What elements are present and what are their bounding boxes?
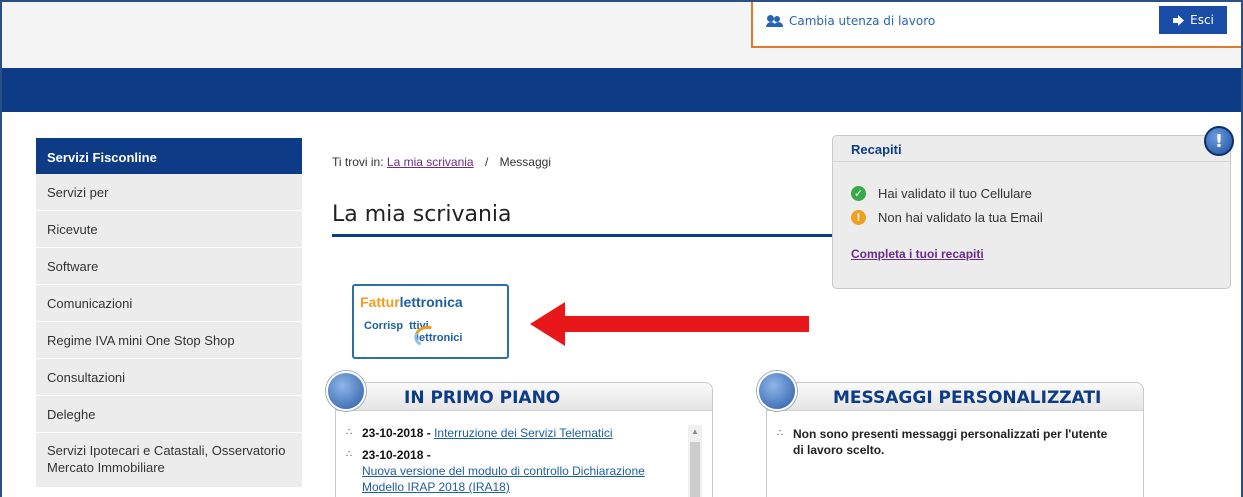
recapiti-box: Recapiti ✓ Hai validato il tuo Cellulare… bbox=[832, 135, 1231, 289]
email-status-text: Non hai validato la tua Email bbox=[878, 210, 1043, 225]
phone-status-text: Hai validato il tuo Cellulare bbox=[878, 186, 1032, 201]
breadcrumb-prefix: Ti trovi in: bbox=[332, 155, 384, 169]
breadcrumb-link[interactable]: La mia scrivania bbox=[387, 155, 474, 169]
page-frame: Cambia utenza di lavoro Esci Servizi Fis… bbox=[0, 0, 1243, 497]
main-nav-bar bbox=[2, 68, 1241, 112]
users-icon bbox=[766, 15, 783, 27]
logout-label: Esci bbox=[1190, 13, 1214, 27]
recapiti-title: Recapiti bbox=[833, 136, 1230, 162]
warning-icon: ! bbox=[851, 210, 866, 225]
complete-recapiti-link[interactable]: Completa i tuoi recapiti bbox=[851, 247, 984, 261]
sidebar-item-software[interactable]: Software bbox=[36, 248, 302, 285]
breadcrumb-separator: / bbox=[484, 155, 489, 169]
news-date: 23-10-2018 - bbox=[362, 448, 431, 462]
top-header: Cambia utenza di lavoro Esci bbox=[2, 2, 1241, 68]
switch-user-label: Cambia utenza di lavoro bbox=[789, 14, 936, 28]
sidebar-item-comunicazioni[interactable]: Comunicazioni bbox=[36, 285, 302, 322]
list-item: 23-10-2018 - Nuova versione del modulo d… bbox=[346, 447, 686, 495]
page-title: La mia scrivania bbox=[332, 202, 512, 227]
banner-line-1: Fatturlettronica bbox=[360, 294, 463, 310]
switch-user-link[interactable]: Cambia utenza di lavoro bbox=[766, 14, 936, 28]
sidebar-item-servizi-per[interactable]: Servizi per bbox=[36, 174, 302, 211]
banner-text-elettronica: lettronica bbox=[399, 294, 463, 310]
sidebar: Servizi Fisconline Servizi per Ricevute … bbox=[36, 138, 302, 488]
email-status-row: ! Non hai validato la tua Email bbox=[851, 210, 1043, 225]
user-box: Cambia utenza di lavoro Esci bbox=[751, 2, 1241, 48]
news-link[interactable]: Nuova versione del modulo di controllo D… bbox=[362, 464, 645, 494]
sidebar-item-servizi-ipotecari[interactable]: Servizi Ipotecari e Catastali, Osservato… bbox=[36, 433, 302, 488]
fattura-elettronica-banner[interactable]: Fatturlettronica Corrisp ttivi lettronici bbox=[352, 284, 509, 359]
sidebar-item-ricevute[interactable]: Ricevute bbox=[36, 211, 302, 248]
phone-status-row: ✓ Hai validato il tuo Cellulare bbox=[851, 186, 1032, 201]
breadcrumb: Ti trovi in: La mia scrivania / Messaggi bbox=[332, 155, 551, 169]
sidebar-title[interactable]: Servizi Fisconline bbox=[36, 138, 302, 174]
logout-icon bbox=[1173, 14, 1185, 26]
messaggi-personalizzati-panel: MESSAGGI PERSONALIZZATI Non sono present… bbox=[757, 371, 1144, 497]
sidebar-item-consultazioni[interactable]: Consultazioni bbox=[36, 359, 302, 396]
news-link[interactable]: Interruzione dei Servizi Telematici bbox=[434, 426, 613, 440]
clock-icon bbox=[326, 371, 366, 411]
news-list: 23-10-2018 - Interruzione dei Servizi Te… bbox=[346, 425, 686, 497]
banner-text-fattur: Fattur bbox=[360, 294, 400, 310]
messaggi-personalizzati-title: MESSAGGI PERSONALIZZATI bbox=[767, 383, 1143, 411]
sidebar-item-regime-iva[interactable]: Regime IVA mini One Stop Shop bbox=[36, 322, 302, 359]
title-underline bbox=[332, 234, 832, 237]
scroll-up-icon[interactable]: ▲ bbox=[690, 427, 700, 437]
in-primo-piano-title: IN PRIMO PIANO bbox=[336, 383, 712, 411]
sidebar-item-deleghe[interactable]: Deleghe bbox=[36, 396, 302, 433]
no-messages-text: Non sono presenti messaggi personalizzat… bbox=[777, 426, 1117, 458]
chat-bubble-icon bbox=[757, 371, 797, 411]
logout-button[interactable]: Esci bbox=[1159, 6, 1227, 34]
list-item: 23-10-2018 - Interruzione dei Servizi Te… bbox=[346, 425, 686, 441]
check-icon: ✓ bbox=[851, 186, 866, 201]
news-date: 23-10-2018 - bbox=[362, 426, 431, 440]
alert-icon: ! bbox=[1204, 126, 1234, 156]
in-primo-piano-panel: IN PRIMO PIANO 23-10-2018 - Interruzione… bbox=[326, 371, 713, 497]
breadcrumb-current: Messaggi bbox=[499, 155, 551, 169]
red-arrow-icon bbox=[530, 302, 809, 346]
banner-text-corrisp: Corrisp bbox=[364, 320, 404, 332]
scrollbar-thumb[interactable] bbox=[690, 442, 700, 497]
banner-line-2: Corrisp ttivi lettronici bbox=[364, 320, 462, 344]
